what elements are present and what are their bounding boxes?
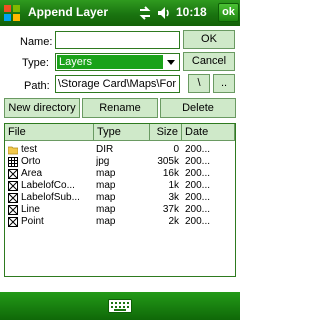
path-input[interactable]: \Storage Card\Maps\For xyxy=(55,75,180,93)
file-size: 2k xyxy=(168,216,179,227)
map-file-icon xyxy=(8,169,18,179)
list-item[interactable]: test DIR 0 200... xyxy=(5,144,235,156)
file-name: Area xyxy=(21,168,43,179)
name-label: Name: xyxy=(20,36,53,48)
file-list-header: File Type Size Date xyxy=(5,124,235,141)
file-date: 200... xyxy=(185,216,211,227)
file-type: DIR xyxy=(96,144,114,155)
file-size: 3k xyxy=(168,192,179,203)
list-item[interactable]: Orto jpg 305k 200... xyxy=(5,156,235,168)
column-header-date[interactable]: Date xyxy=(182,124,235,141)
cancel-button[interactable]: Cancel xyxy=(183,52,235,71)
map-file-icon xyxy=(8,205,18,215)
file-name: Orto xyxy=(21,156,41,167)
type-select-value: Layers xyxy=(57,55,163,69)
file-date: 200... xyxy=(185,168,211,179)
file-type: map xyxy=(96,204,116,215)
file-size: 1k xyxy=(168,180,179,191)
windows-start-icon[interactable] xyxy=(3,4,21,22)
type-label: Type: xyxy=(22,57,49,69)
file-date: 200... xyxy=(185,204,211,215)
clock[interactable]: 10:18 xyxy=(176,5,207,19)
titlebar-ok-button[interactable]: ok xyxy=(218,3,239,22)
file-name: test xyxy=(21,144,38,155)
raster-grid-icon xyxy=(8,157,18,167)
keyboard-icon[interactable] xyxy=(108,299,132,313)
file-size: 0 xyxy=(173,144,179,155)
column-header-file[interactable]: File xyxy=(5,124,94,141)
folder-icon xyxy=(8,146,18,155)
title-bar: Append Layer 10:18 ok xyxy=(0,0,240,26)
file-date: 200... xyxy=(185,144,211,155)
file-type: map xyxy=(96,192,116,203)
chevron-down-icon[interactable] xyxy=(163,54,179,70)
column-header-type[interactable]: Type xyxy=(94,124,150,141)
file-size: 37k xyxy=(162,204,179,215)
type-select[interactable]: Layers xyxy=(55,53,180,71)
file-type: map xyxy=(96,216,116,227)
rename-button[interactable]: Rename xyxy=(82,98,158,118)
new-directory-button[interactable]: New directory xyxy=(4,98,80,118)
file-size: 16k xyxy=(162,168,179,179)
list-item[interactable]: LabelofSub... map 3k 200... xyxy=(5,192,235,204)
file-type: jpg xyxy=(96,156,110,167)
map-file-icon xyxy=(8,217,18,227)
file-name: LabelofCo... xyxy=(21,180,75,191)
file-type: map xyxy=(96,168,116,179)
ok-button[interactable]: OK xyxy=(183,30,235,49)
list-item[interactable]: Line map 37k 200... xyxy=(5,204,235,216)
connectivity-icon[interactable] xyxy=(138,5,152,21)
column-header-size[interactable]: Size xyxy=(150,124,182,141)
file-name: LabelofSub... xyxy=(21,192,80,203)
file-date: 200... xyxy=(185,192,211,203)
file-list[interactable]: File Type Size Date test DIR 0 200... Or… xyxy=(4,123,236,277)
file-type: map xyxy=(96,180,116,191)
map-file-icon xyxy=(8,181,18,191)
delete-button[interactable]: Delete xyxy=(160,98,236,118)
list-item[interactable]: Point map 2k 200... xyxy=(5,216,235,228)
file-date: 200... xyxy=(185,180,211,191)
list-item[interactable]: LabelofCo... map 1k 200... xyxy=(5,180,235,192)
backslash-button[interactable]: \ xyxy=(188,74,210,93)
name-input[interactable] xyxy=(55,31,180,49)
up-directory-button[interactable]: .. xyxy=(213,74,235,93)
file-name: Line xyxy=(21,204,40,215)
window-title: Append Layer xyxy=(28,5,109,19)
list-item[interactable]: Area map 16k 200... xyxy=(5,168,235,180)
file-date: 200... xyxy=(185,156,211,167)
file-name: Point xyxy=(21,216,44,227)
path-label: Path: xyxy=(24,80,50,92)
file-size: 305k xyxy=(157,156,179,167)
volume-icon[interactable] xyxy=(156,5,172,21)
map-file-icon xyxy=(8,193,18,203)
